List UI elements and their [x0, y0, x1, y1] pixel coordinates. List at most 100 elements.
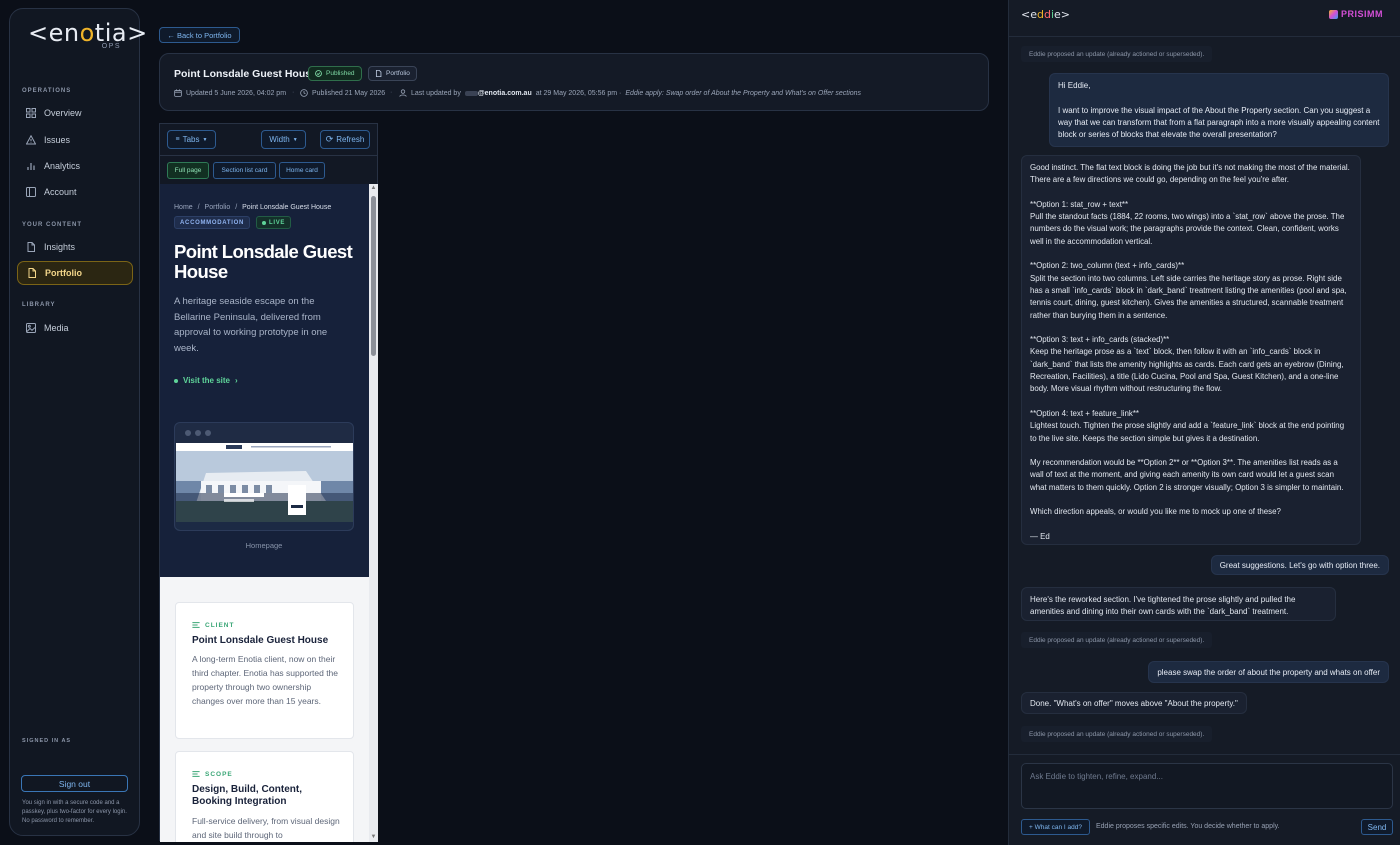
- lines-icon: [192, 622, 200, 628]
- logo-subtitle: OPS: [101, 43, 121, 50]
- scroll-up-icon[interactable]: ▲: [370, 185, 377, 192]
- breadcrumb-home[interactable]: Home: [174, 204, 193, 211]
- sidebar-item-account[interactable]: Account: [17, 180, 133, 204]
- chevron-down-icon: ▼: [202, 136, 208, 143]
- last-updated: Last updated by @enotia.com.au at 29 May…: [399, 89, 861, 97]
- lines-icon: [192, 771, 200, 777]
- meta-separator: ·: [292, 89, 295, 96]
- user-message: please swap the order of about the prope…: [1148, 661, 1389, 683]
- update-note: Eddie proposed an update (already action…: [1021, 46, 1213, 62]
- eddie-chat-panel: <eddie> PRISIMM Eddie proposed an update…: [1008, 0, 1400, 845]
- chevron-right-icon: ›: [234, 376, 238, 385]
- user-message: Hi Eddie, I want to improve the visual i…: [1049, 73, 1389, 147]
- card-title: Design, Build, Content, Booking Integrat…: [192, 784, 302, 807]
- breadcrumb-portfolio[interactable]: Portfolio: [205, 204, 231, 211]
- user-message: Great suggestions. Let's go with option …: [1210, 555, 1389, 575]
- sidebar-item-insights[interactable]: Insights: [17, 235, 133, 259]
- category-badge: ACCOMMODATION: [174, 216, 250, 229]
- eddie-logo: <eddie>: [1021, 8, 1070, 21]
- section-label-operations: OPERATIONS: [22, 88, 72, 94]
- preview-scrollbar[interactable]: ▲ ▼: [369, 184, 378, 842]
- sidebar-item-label: Insights: [44, 242, 76, 252]
- width-dropdown[interactable]: Width ▼: [261, 130, 306, 149]
- bar-chart-icon: [27, 163, 35, 170]
- user-icon: [399, 89, 407, 97]
- screenshot-caption: Homepage: [245, 541, 283, 550]
- list-icon: ≡: [175, 136, 180, 143]
- sidebar-item-label: Media: [44, 323, 69, 333]
- chat-input[interactable]: [1021, 763, 1393, 809]
- update-note: Eddie proposed an update (already action…: [1021, 632, 1213, 648]
- breadcrumb-current: Point Lonsdale Guest House: [242, 204, 332, 211]
- chevron-down-icon: ▼: [292, 136, 298, 143]
- sidebar-item-label: Issues: [44, 135, 71, 145]
- eddie-message: Done. "What's on offer" moves above "Abo…: [1021, 692, 1247, 714]
- sidebar-item-issues[interactable]: Issues: [17, 128, 133, 152]
- sidebar: <enotia> OPS OPERATIONS Overview Issues …: [9, 8, 147, 836]
- hero-section: Home / Portfolio / Point Lonsdale Guest …: [160, 184, 369, 577]
- prisimm-logo: PRISIMM: [1328, 9, 1383, 19]
- check-circle-icon: [315, 70, 322, 77]
- section-badge: Portfolio: [368, 66, 417, 81]
- redacted-name: [464, 90, 478, 96]
- tab-full-page[interactable]: Full page: [167, 162, 209, 179]
- what-can-i-add-button[interactable]: + What can I add?: [1021, 819, 1090, 835]
- card-title: Point Lonsdale Guest House: [192, 635, 329, 646]
- tab-section-list-card[interactable]: Section list card: [213, 162, 276, 179]
- tab-home-card[interactable]: Home card: [279, 162, 325, 179]
- sidebar-item-portfolio[interactable]: Portfolio: [17, 261, 133, 285]
- published-date: Published 21 May 2026: [300, 89, 385, 97]
- sign-out-button[interactable]: Sign out: [21, 775, 128, 792]
- hero-title: Point Lonsdale Guest House: [174, 241, 353, 282]
- calendar-icon: [174, 89, 182, 97]
- scroll-down-icon[interactable]: ▼: [370, 834, 377, 841]
- breadcrumb: Home / Portfolio / Point Lonsdale Guest …: [174, 204, 331, 211]
- status-badge: Published: [308, 66, 362, 81]
- hero-lead: A heritage seaside escape on the Bellari…: [174, 296, 328, 354]
- enotia-logo[interactable]: <enotia>: [28, 19, 148, 47]
- update-note: Eddie proposed an update (already action…: [1021, 726, 1213, 742]
- window-dots-icon: [185, 430, 211, 436]
- card-eyebrow: SCOPE: [192, 770, 233, 778]
- document-icon: [27, 242, 35, 252]
- eddie-message: Good instinct. The flat text block is do…: [1021, 155, 1361, 545]
- section-label-library: LIBRARY: [22, 302, 56, 308]
- scroll-thumb[interactable]: [371, 196, 376, 356]
- image-icon: [26, 323, 36, 333]
- document-icon: [28, 268, 36, 278]
- visit-site-link[interactable]: Visit the site ›: [174, 376, 238, 385]
- sign-in-note: You sign in with a secure code and a pas…: [22, 800, 127, 824]
- refresh-button[interactable]: ⟳ Refresh: [320, 130, 370, 149]
- dot-icon: [174, 378, 178, 383]
- panel-icon: [26, 187, 36, 197]
- updated-date: Updated 5 June 2026, 04:02 pm: [174, 89, 286, 97]
- chat-footnote: Eddie proposes specific edits. You decid…: [1096, 823, 1280, 830]
- tabs-dropdown[interactable]: ≡ Tabs ▼: [167, 130, 216, 149]
- section-label-content: YOUR CONTENT: [22, 222, 82, 228]
- live-dot-icon: [262, 220, 266, 225]
- signed-in-label: SIGNED IN AS: [22, 738, 72, 744]
- send-button[interactable]: Send: [1361, 819, 1393, 835]
- back-to-portfolio-button[interactable]: ← Back to Portfolio: [159, 27, 240, 43]
- sidebar-item-analytics[interactable]: Analytics: [17, 154, 133, 178]
- eddie-message: Here's the reworked section. I've tighte…: [1021, 587, 1336, 621]
- divider: [1009, 36, 1400, 37]
- sidebar-item-overview[interactable]: Overview: [17, 101, 133, 125]
- sidebar-item-label: Account: [44, 187, 77, 197]
- document-header: Point Lonsdale Guest House Published Por…: [159, 53, 989, 111]
- live-badge: LIVE: [256, 216, 292, 229]
- site-preview[interactable]: Home / Portfolio / Point Lonsdale Guest …: [160, 184, 369, 842]
- homepage-screenshot: [176, 443, 353, 530]
- preview-panel: ≡ Tabs ▼ Width ▼ ⟳ Refresh Full page Sec…: [159, 123, 378, 842]
- scope-card: SCOPE Design, Build, Content, Booking In…: [175, 751, 354, 842]
- client-card: CLIENT Point Lonsdale Guest House A long…: [175, 602, 354, 739]
- sidebar-item-label: Overview: [44, 108, 82, 118]
- sidebar-item-media[interactable]: Media: [17, 316, 133, 340]
- card-body: A long-term Enotia client, now on their …: [192, 654, 339, 706]
- homepage-screenshot-frame: [174, 422, 354, 531]
- warning-icon: [26, 135, 36, 145]
- sidebar-item-label: Analytics: [44, 161, 81, 171]
- clock-icon: [300, 89, 308, 97]
- card-body: Full-service delivery, from visual desig…: [192, 816, 340, 840]
- prisimm-mark-icon: [1328, 9, 1338, 19]
